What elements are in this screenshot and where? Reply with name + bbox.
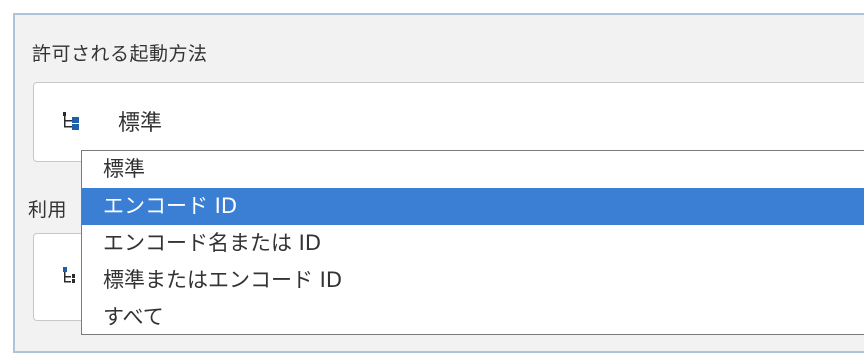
launch-method-value: 標準 [118,111,163,136]
dropdown-option-encoded-name-or-id[interactable]: エンコード名または ID [82,225,864,262]
tree-structure-icon [63,267,75,283]
dropdown-option-encoded-id[interactable]: エンコード ID [82,188,864,225]
tree-structure-icon [63,112,79,130]
launch-method-dropdown-list: 標準 エンコード ID エンコード名または ID 標準またはエンコード ID す… [81,150,864,335]
dropdown-option-all[interactable]: すべて [82,299,864,336]
dropdown-option-standard-or-encoded-id[interactable]: 標準またはエンコード ID [82,262,864,299]
launch-methods-label: 許可される起動方法 [32,43,208,65]
dropdown-option-standard[interactable]: 標準 [82,151,864,188]
